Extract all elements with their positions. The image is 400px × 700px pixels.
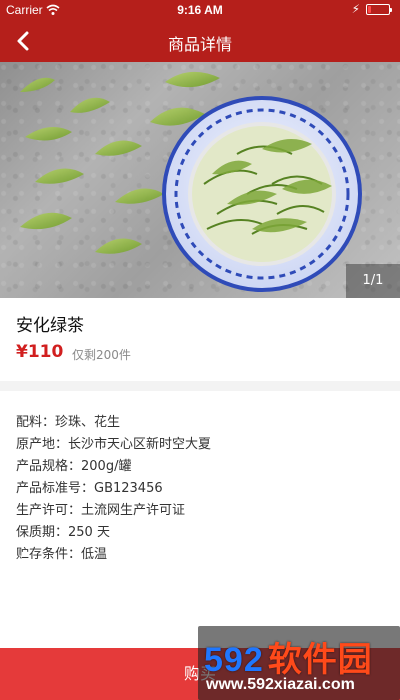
status-time: 9:16 AM	[177, 3, 223, 17]
battery-icon	[366, 4, 392, 15]
site-watermark: 592 软件园 www.592xiazai.com	[198, 626, 400, 700]
spec-shelf-life: 保质期：250 天	[16, 525, 110, 540]
image-counter: 1/1	[346, 264, 400, 298]
spec-storage: 贮存条件：低温	[16, 547, 108, 562]
product-name: 安化绿茶	[16, 316, 84, 336]
spec-origin: 原产地：长沙市天心区新时空大夏	[16, 437, 212, 452]
product-image[interactable]: 1/1	[0, 62, 400, 298]
product-specs: 配料：珍珠、花生 原产地：长沙市天心区新时空大夏 产品规格：200g/罐 产品标…	[16, 412, 211, 566]
spec-license: 生产许可：土流网生产许可证	[16, 503, 186, 518]
app-header: Carrier 9:16 AM ⚡ 商品详情	[0, 0, 400, 62]
watermark-url: www.592xiazai.com	[206, 676, 355, 693]
watermark-logo: 592 软件园	[204, 632, 373, 681]
tea-photo	[20, 71, 362, 292]
navigation-bar: 商品详情	[0, 20, 400, 62]
watermark-number: 592	[204, 641, 264, 679]
stock-remaining: 仅剩200件	[72, 348, 131, 362]
spec-standard: 产品标准号：GB123456	[16, 481, 163, 496]
product-price: ¥110	[16, 342, 64, 362]
battery-fill	[368, 6, 371, 13]
spec-ingredients: 配料：珍珠、花生	[16, 415, 121, 430]
section-divider	[0, 381, 400, 391]
status-bar: Carrier 9:16 AM ⚡	[0, 0, 400, 20]
spec-size: 产品规格：200g/罐	[16, 459, 132, 474]
watermark-cn: 软件园	[267, 641, 373, 679]
charging-icon: ⚡	[351, 2, 360, 16]
page-title: 商品详情	[167, 35, 232, 54]
